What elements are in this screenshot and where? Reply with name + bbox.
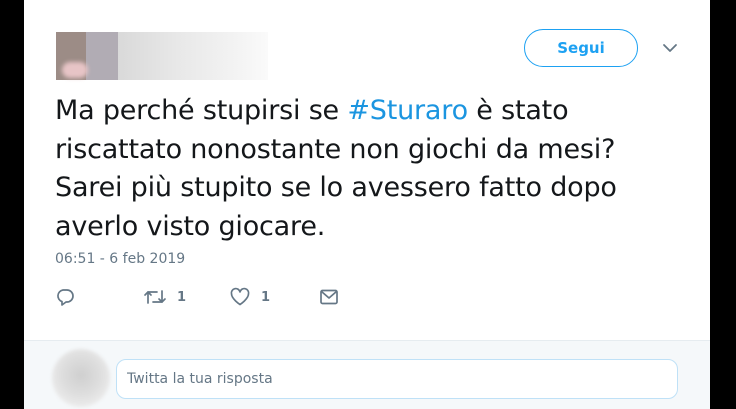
tweet-card: Segui Ma perché stupirsi se #Sturaro è s…: [24, 0, 710, 409]
heart-icon: [229, 287, 251, 307]
retweet-count: 1: [177, 289, 187, 305]
username-blur-block: [118, 32, 268, 80]
avatar: [52, 349, 110, 407]
tweet-text-segment: Ma perché stupirsi se: [55, 95, 348, 126]
like-button[interactable]: 1: [229, 287, 270, 307]
hashtag-link[interactable]: #Sturaro: [347, 95, 468, 126]
reply-area: [24, 341, 710, 409]
tweet-line: Ma perché stupirsi se #Sturaro è stato: [55, 92, 695, 131]
reply-button[interactable]: [55, 287, 75, 307]
chevron-down-icon[interactable]: [660, 38, 680, 58]
reply-input[interactable]: [116, 359, 678, 399]
tweet-line: averlo visto giocare.: [55, 210, 326, 242]
tweet-timestamp[interactable]: 06:51 - 6 feb 2019: [55, 251, 185, 267]
direct-message-button[interactable]: [318, 287, 340, 307]
like-count: 1: [261, 289, 271, 305]
retweet-button[interactable]: 1: [143, 287, 186, 307]
blurred-user-info: [56, 32, 268, 80]
tweet-text-segment: è stato: [467, 95, 569, 126]
tweet-line: Sarei più stupito se lo avessero fatto d…: [55, 172, 617, 203]
avatar-blur-block: [86, 32, 118, 80]
avatar-blur-spot: [62, 62, 88, 78]
retweet-icon: [143, 287, 167, 307]
follow-button[interactable]: Segui: [524, 29, 638, 67]
tweet-text: Ma perché stupirsi se #Sturaro è stato r…: [55, 92, 695, 246]
reply-icon: [55, 287, 75, 307]
follow-button-label: Segui: [557, 39, 605, 57]
envelope-icon: [318, 287, 340, 307]
tweet-line: riscattato nonostante non giochi da mesi…: [55, 133, 616, 165]
tweet-actions: 1 1: [55, 287, 375, 309]
